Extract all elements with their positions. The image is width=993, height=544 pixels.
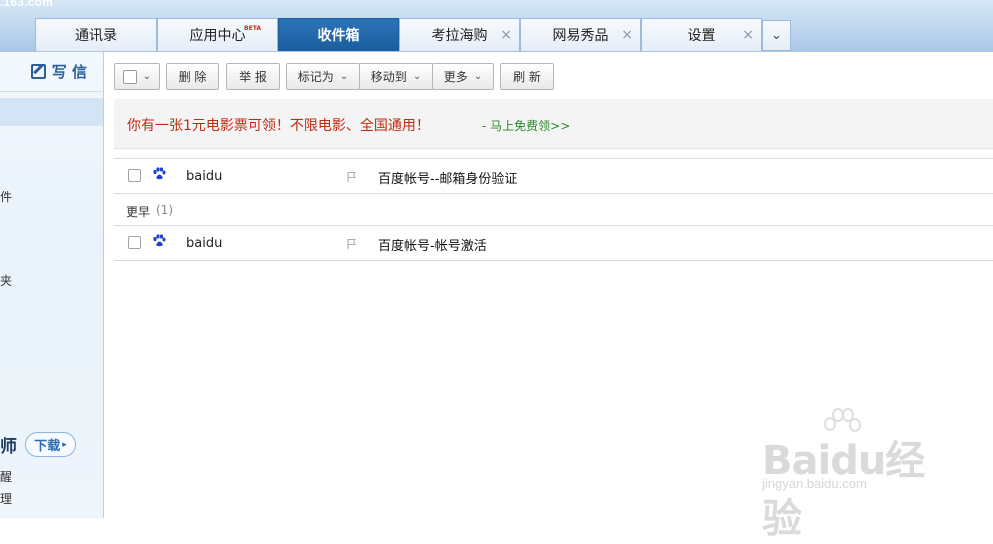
compose-label: 写 信 <box>51 63 87 81</box>
watermark-url: jingyan.baidu.com <box>762 476 867 491</box>
tab-label: 考拉海购 <box>431 28 488 44</box>
mail-row[interactable]: baidu 百度帐号-帐号激活 <box>114 225 993 261</box>
move-to-label: 移动到 <box>370 70 407 84</box>
tab-kaola[interactable]: 考拉海购 × <box>399 18 520 51</box>
tab-app-center[interactable]: 应用中心 BETA <box>157 18 278 51</box>
tab-label: 网易秀品 <box>552 28 609 44</box>
group-count: (1) <box>156 203 173 217</box>
group-label: 更早 <box>126 205 151 219</box>
baidu-paw-icon <box>153 234 166 247</box>
sidebar-item-inbox[interactable] <box>0 98 103 126</box>
ad-link[interactable]: - 马上免费领>> <box>482 117 570 134</box>
sidebar-item-fragment[interactable]: 件 <box>0 188 12 205</box>
beta-badge: BETA <box>244 25 261 32</box>
mail-group-header[interactable]: 更早 (1) <box>114 196 993 224</box>
move-to-dropdown[interactable]: 移动到 ⌄ <box>359 63 433 90</box>
report-button[interactable]: 举 报 <box>226 63 280 90</box>
chevron-down-icon: ⌄ <box>771 28 782 43</box>
chevron-right-icon: ▸ <box>62 439 67 450</box>
tab-label: 设置 <box>687 28 716 44</box>
tab-label: 通讯录 <box>75 28 117 44</box>
close-icon[interactable]: × <box>742 27 754 43</box>
mail-subject[interactable]: 百度帐号--邮箱身份验证 <box>378 168 517 187</box>
close-icon[interactable]: × <box>621 27 633 43</box>
more-label: 更多 <box>443 70 468 84</box>
mail-sender: baidu <box>186 169 223 184</box>
ad-text[interactable]: 你有一张1元电影票可领！不限电影、全国通用！ <box>127 115 430 135</box>
checkbox[interactable] <box>122 69 137 84</box>
download-button[interactable]: 下载 ▸ <box>25 432 76 457</box>
baidu-paw-icon <box>153 167 166 180</box>
chevron-down-icon: ⌄ <box>412 71 422 82</box>
tab-bar: 通讯录 应用中心 BETA 收件箱 考拉海购 × 网易秀品 × 设置 × ⌄ <box>0 18 993 52</box>
delete-button[interactable]: 删 除 <box>166 63 219 90</box>
tab-label: 应用中心 <box>189 28 246 44</box>
flag-icon[interactable] <box>346 171 358 183</box>
delete-label: 删 除 <box>178 70 207 84</box>
tab-xiupin[interactable]: 网易秀品 × <box>520 18 641 51</box>
mail-sender: baidu <box>186 236 223 251</box>
flag-icon[interactable] <box>346 238 358 250</box>
refresh-button[interactable]: 刷 新 <box>500 63 554 90</box>
tab-settings[interactable]: 设置 × <box>641 18 762 51</box>
mark-as-dropdown[interactable]: 标记为 ⌄ <box>286 63 360 90</box>
promo-title: 师 <box>0 437 17 457</box>
tab-more-dropdown[interactable]: ⌄ <box>762 20 791 51</box>
more-dropdown[interactable]: 更多 ⌄ <box>432 63 494 90</box>
compose-button[interactable]: 写 信 <box>0 52 103 92</box>
report-label: 举 报 <box>239 70 267 84</box>
chevron-down-icon: ⌄ <box>339 71 349 82</box>
row-checkbox[interactable] <box>128 236 141 249</box>
select-all-dropdown[interactable]: ⌄ <box>114 63 160 90</box>
refresh-label: 刷 新 <box>513 70 541 84</box>
mark-as-label: 标记为 <box>297 70 334 84</box>
domain-label: .163.com <box>0 0 53 9</box>
chevron-down-icon: ⌄ <box>473 71 483 82</box>
mail-subject[interactable]: 百度帐号-帐号激活 <box>378 235 487 254</box>
tab-contacts[interactable]: 通讯录 <box>35 18 157 51</box>
tab-inbox[interactable]: 收件箱 <box>278 18 399 51</box>
row-checkbox[interactable] <box>128 169 141 182</box>
sidebar-item-fragment[interactable]: 夹 <box>0 272 12 289</box>
close-icon[interactable]: × <box>500 27 512 43</box>
ad-banner[interactable]: 你有一张1元电影票可领！不限电影、全国通用！ - 马上免费领>> <box>114 99 993 149</box>
edit-icon <box>30 64 46 79</box>
tab-label: 收件箱 <box>317 28 360 44</box>
baidu-jingyan-watermark: Baidu经验 jingyan.baidu.com <box>760 408 950 542</box>
top-header: .163.com 通讯录 应用中心 BETA 收件箱 考拉海购 × 网易秀品 ×… <box>0 0 993 52</box>
download-label: 下载 <box>34 439 61 454</box>
mail-row[interactable]: baidu 百度帐号--邮箱身份验证 <box>114 158 993 194</box>
promo-line: 理 <box>0 492 13 506</box>
sidebar: 写 信 件 夹 师 下载 ▸ 醒 理 <box>0 52 104 518</box>
promo-line: 醒 <box>0 470 13 484</box>
chevron-down-icon: ⌄ <box>142 71 152 82</box>
